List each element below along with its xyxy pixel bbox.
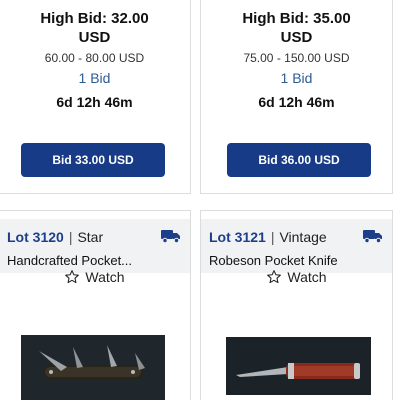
pocket-knife-image [226,337,371,395]
lot-title[interactable]: Robeson Pocket Knife [209,253,384,268]
lot-card-3121[interactable]: Lot 3121 | Vintage Robeson Pocket Knife … [200,210,393,400]
lot-number[interactable]: Lot 3120 [7,229,64,245]
lot-photo[interactable] [226,337,371,395]
lot-tag: Vintage [279,229,327,245]
lot-row: Lot 3121 | Vintage [209,228,384,246]
lot-card-3120[interactable]: Lot 3120 | Star Handcrafted Pocket... Wa… [0,210,191,400]
lot-header[interactable]: Lot 3120 | Star Handcrafted Pocket... [0,219,190,273]
truck-icon [161,230,180,244]
time-left: 6d 12h 46m [258,94,335,110]
watch-button[interactable]: Watch [201,269,392,285]
truck-icon [363,230,382,244]
lot-tag: Star [77,229,104,245]
lot-photo[interactable] [21,335,165,400]
separator: | [68,229,73,245]
lot-title[interactable]: Handcrafted Pocket... [7,253,182,268]
lot-header[interactable]: Lot 3121 | Vintage Robeson Pocket Knife [201,219,392,273]
watch-label: Watch [287,269,327,285]
separator: | [270,229,275,245]
high-bid-label: High Bid: 35.00 [242,10,351,27]
estimate-range: 60.00 - 80.00 USD [44,51,145,65]
estimate-range: 75.00 - 150.00 USD [243,51,350,65]
lot-card-top-right[interactable]: High Bid: 35.00 USD 75.00 - 150.00 USD 1… [200,0,393,194]
high-bid-currency: USD [280,29,313,46]
star-icon [267,270,282,284]
bid-button[interactable]: Bid 33.00 USD [21,143,165,177]
watch-button[interactable]: Watch [0,269,190,285]
time-left: 6d 12h 46m [56,94,133,110]
lot-row: Lot 3120 | Star [7,228,182,246]
bid-button[interactable]: Bid 36.00 USD [227,143,371,177]
lot-card-top-left[interactable]: High Bid: 32.00 USD 60.00 - 80.00 USD 1 … [0,0,191,194]
watch-label: Watch [85,269,125,285]
lot-number[interactable]: Lot 3121 [209,229,266,245]
star-icon [65,270,80,284]
high-bid-currency: USD [78,29,111,46]
high-bid-label: High Bid: 32.00 [40,10,149,27]
bid-count-link[interactable]: 1 Bid [0,69,190,87]
pocket-knife-image [21,335,165,400]
bid-count-link[interactable]: 1 Bid [201,69,392,87]
